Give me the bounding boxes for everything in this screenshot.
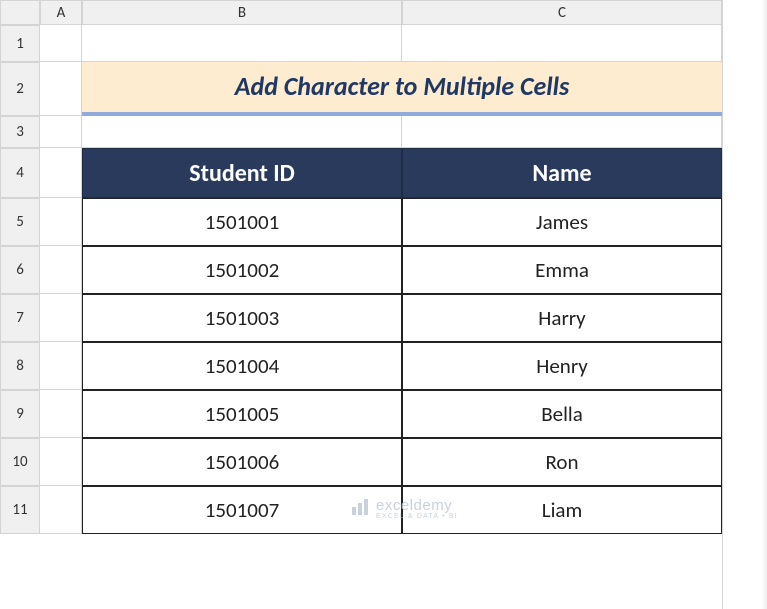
cell-C3[interactable]	[402, 116, 722, 148]
table-row[interactable]: 1501007	[82, 486, 402, 534]
row-header-10[interactable]: 10	[0, 438, 40, 486]
row-header-9[interactable]: 9	[0, 390, 40, 438]
table-header-name[interactable]: Name	[402, 148, 722, 198]
row-header-8[interactable]: 8	[0, 342, 40, 390]
table-row[interactable]: Bella	[402, 390, 722, 438]
cell-A10[interactable]	[40, 438, 82, 486]
cell-A3[interactable]	[40, 116, 82, 148]
cell-C1[interactable]	[402, 25, 722, 62]
row-header-4[interactable]: 4	[0, 148, 40, 198]
worksheet-grid: A B C 1 2 Add Character to Multiple Cell…	[0, 0, 722, 534]
col-header-B[interactable]: B	[82, 0, 402, 25]
table-row[interactable]: James	[402, 198, 722, 246]
table-row[interactable]: Harry	[402, 294, 722, 342]
row-header-6[interactable]: 6	[0, 246, 40, 294]
cell-A8[interactable]	[40, 342, 82, 390]
cell-B3[interactable]	[82, 116, 402, 148]
row-header-7[interactable]: 7	[0, 294, 40, 342]
table-row[interactable]: Emma	[402, 246, 722, 294]
cell-A5[interactable]	[40, 198, 82, 246]
cell-B1[interactable]	[82, 25, 402, 62]
right-gutter	[722, 0, 767, 609]
cell-A6[interactable]	[40, 246, 82, 294]
row-header-11[interactable]: 11	[0, 486, 40, 534]
cell-A4[interactable]	[40, 148, 82, 198]
table-row[interactable]: 1501003	[82, 294, 402, 342]
cell-A7[interactable]	[40, 294, 82, 342]
page-title: Add Character to Multiple Cells	[82, 62, 722, 117]
table-row[interactable]: Henry	[402, 342, 722, 390]
table-row[interactable]: Ron	[402, 438, 722, 486]
col-header-A[interactable]: A	[40, 0, 82, 25]
cell-A2[interactable]	[40, 62, 82, 116]
row-header-3[interactable]: 3	[0, 116, 40, 148]
table-row[interactable]: 1501001	[82, 198, 402, 246]
cell-A1[interactable]	[40, 25, 82, 62]
title-cell[interactable]: Add Character to Multiple Cells	[82, 62, 722, 116]
table-row[interactable]: 1501005	[82, 390, 402, 438]
cell-A9[interactable]	[40, 390, 82, 438]
cell-A11[interactable]	[40, 486, 82, 534]
table-row[interactable]: Liam	[402, 486, 722, 534]
table-row[interactable]: 1501004	[82, 342, 402, 390]
col-header-C[interactable]: C	[402, 0, 722, 25]
row-header-5[interactable]: 5	[0, 198, 40, 246]
row-header-2[interactable]: 2	[0, 62, 40, 116]
table-row[interactable]: 1501002	[82, 246, 402, 294]
select-all-corner[interactable]	[0, 0, 40, 25]
row-header-1[interactable]: 1	[0, 25, 40, 62]
table-row[interactable]: 1501006	[82, 438, 402, 486]
table-header-id[interactable]: Student ID	[82, 148, 402, 198]
